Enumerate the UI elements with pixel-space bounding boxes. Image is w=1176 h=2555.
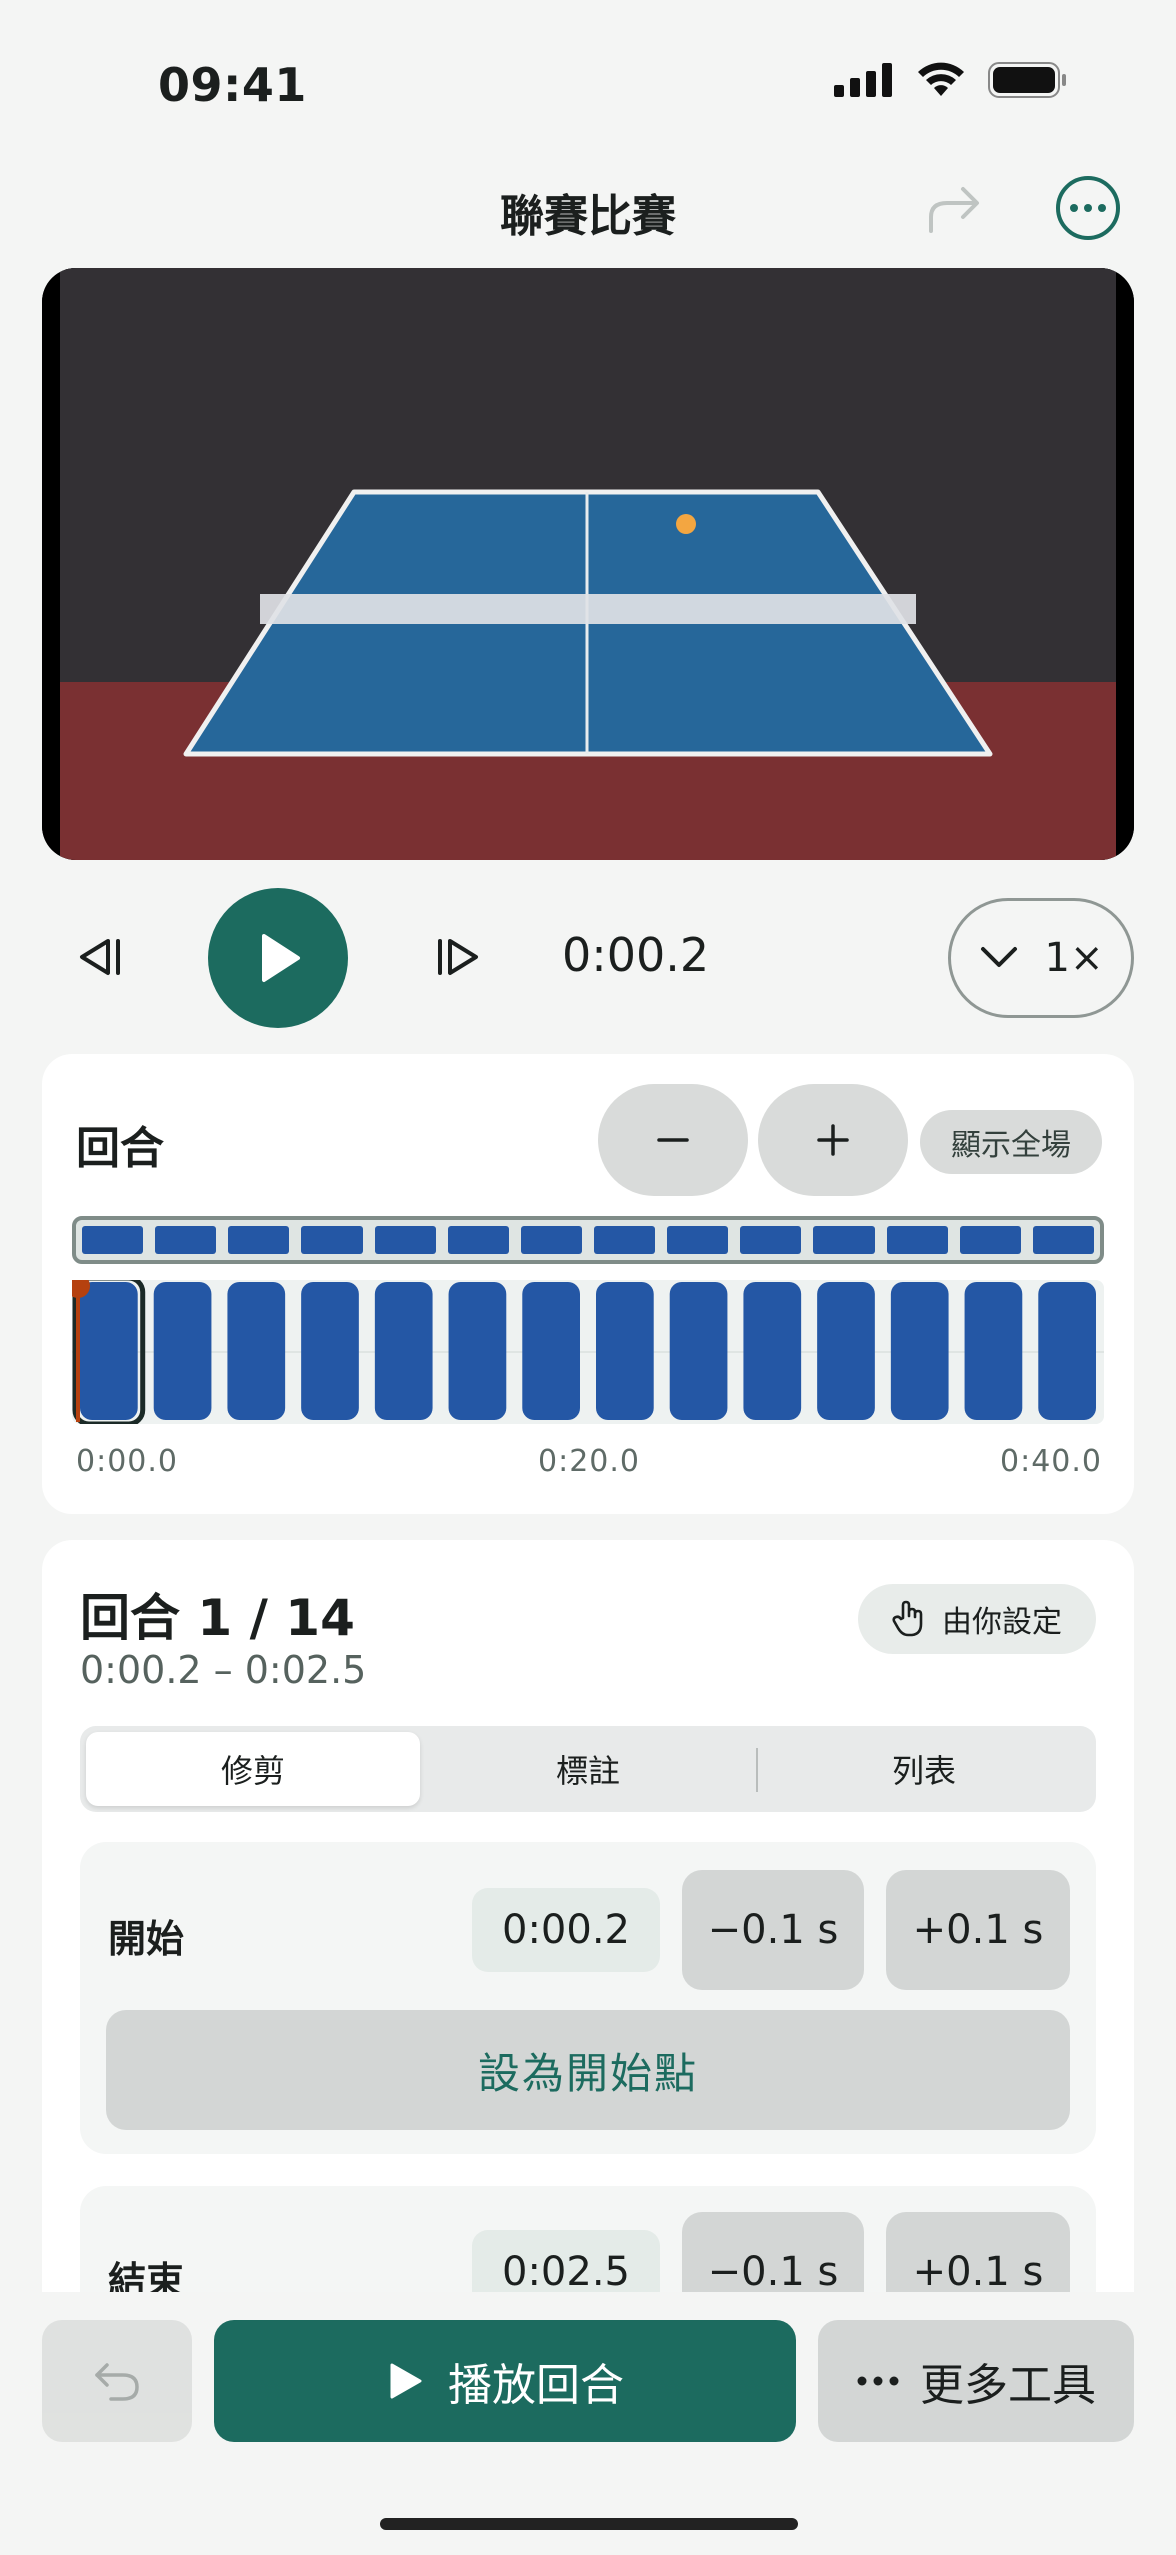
plus-icon [817, 1124, 849, 1156]
minus-icon [657, 1138, 689, 1142]
tab-annotate[interactable]: 標註 [420, 1732, 756, 1806]
minimap-rally-block [667, 1226, 729, 1254]
more-horizontal-icon [1070, 204, 1078, 212]
start-minus-button[interactable]: −0.1 s [682, 1870, 864, 1990]
rally-track[interactable] [66, 1274, 1104, 1427]
play-button[interactable] [208, 888, 348, 1028]
rally-timeline-title: 回合 [76, 1123, 164, 1174]
minimap-rally-block [301, 1226, 363, 1254]
play-rally-button[interactable]: 播放回合 [214, 2320, 796, 2442]
chevron-down-icon [980, 947, 1017, 967]
rally-block[interactable] [153, 1282, 212, 1420]
status-time: 09:41 [158, 58, 307, 112]
minimap-rally-block [82, 1226, 144, 1254]
set-by-you-badge[interactable]: 由你設定 [858, 1584, 1096, 1654]
timeline-label-end: 0:40.0 [1000, 1444, 1102, 1479]
undo-button[interactable] [42, 2320, 192, 2442]
rally-block[interactable] [1038, 1282, 1096, 1420]
rally-track-svg [66, 1274, 1104, 1427]
start-time-value[interactable]: 0:00.2 [472, 1888, 660, 1972]
play-icon [262, 934, 300, 982]
speed-label: 1× [1044, 935, 1104, 981]
rally-block[interactable] [743, 1282, 802, 1420]
minimap-rally-block [374, 1226, 436, 1254]
page-title: 聯賽比賽 [500, 191, 676, 242]
wifi-icon [918, 62, 964, 96]
current-time: 0:00.2 [562, 928, 710, 982]
table-net [260, 594, 916, 624]
battery-icon [988, 62, 1066, 98]
rally-block[interactable] [890, 1282, 949, 1420]
rally-block[interactable] [596, 1282, 654, 1420]
rally-block[interactable] [522, 1282, 580, 1420]
step-back-button[interactable] [62, 924, 138, 990]
undo-icon [95, 2363, 139, 2401]
play-rally-label: 播放回合 [448, 2360, 624, 2411]
rally-block[interactable] [448, 1282, 507, 1420]
rally-range: 0:00.2 – 0:02.5 [80, 1648, 367, 1692]
rally-block[interactable] [227, 1282, 286, 1420]
more-tools-button[interactable]: 更多工具 [818, 2320, 1134, 2442]
more-tools-label: 更多工具 [920, 2360, 1096, 2411]
status-icons [834, 62, 1068, 98]
step-forward-button[interactable] [420, 924, 496, 990]
rally-block[interactable] [80, 1282, 138, 1420]
rally-block[interactable] [301, 1282, 359, 1420]
home-indicator [380, 2518, 798, 2530]
ball [676, 514, 696, 534]
minimap-rally-block [594, 1226, 656, 1254]
minimap-rally-block [447, 1226, 509, 1254]
minimap-rally-block [228, 1226, 290, 1254]
rally-block[interactable] [964, 1282, 1023, 1420]
redo-arrow-icon [929, 187, 979, 233]
step-forward-icon [438, 939, 478, 975]
minimap-rally-block [520, 1226, 582, 1254]
more-button[interactable] [1056, 176, 1120, 240]
rally-block[interactable] [817, 1282, 875, 1420]
step-back-icon [80, 939, 120, 975]
timeline-label-mid: 0:20.0 [538, 1444, 640, 1479]
minimap-rally-block [813, 1226, 875, 1254]
minimap-rally-block [959, 1226, 1021, 1254]
set-start-point-button[interactable]: 設為開始點 [106, 2010, 1070, 2130]
tab-list[interactable]: 列表 [758, 1732, 1090, 1806]
more-horizontal-icon [857, 2376, 899, 2386]
video-preview[interactable] [42, 268, 1134, 860]
speed-button[interactable]: 1× [948, 898, 1134, 1018]
minimap-rally-block [740, 1226, 802, 1254]
start-label: 開始 [108, 1917, 185, 1961]
show-all-button[interactable]: 顯示全場 [920, 1110, 1102, 1174]
mode-tabs: 修剪 標註 列表 [80, 1726, 1096, 1812]
set-by-you-label: 由你設定 [942, 1605, 1062, 1640]
signal-icon [834, 63, 892, 97]
zoom-out-button[interactable] [598, 1084, 748, 1196]
minimap-rally-block [155, 1226, 217, 1254]
rally-heading: 回合 1 / 14 [80, 1589, 355, 1647]
redo-button[interactable] [920, 178, 990, 242]
minimap-rally-block [1032, 1226, 1094, 1254]
timeline-label-start: 0:00.0 [76, 1444, 178, 1479]
timeline-minimap[interactable] [72, 1216, 1104, 1264]
zoom-in-button[interactable] [758, 1084, 908, 1196]
rally-block[interactable] [669, 1282, 728, 1420]
rally-block[interactable] [374, 1282, 433, 1420]
minimap-rally-block [886, 1226, 948, 1254]
tab-trim[interactable]: 修剪 [86, 1732, 420, 1806]
start-plus-button[interactable]: +0.1 s [886, 1870, 1070, 1990]
hand-pointer-icon [892, 1600, 923, 1637]
play-icon [390, 2363, 422, 2399]
